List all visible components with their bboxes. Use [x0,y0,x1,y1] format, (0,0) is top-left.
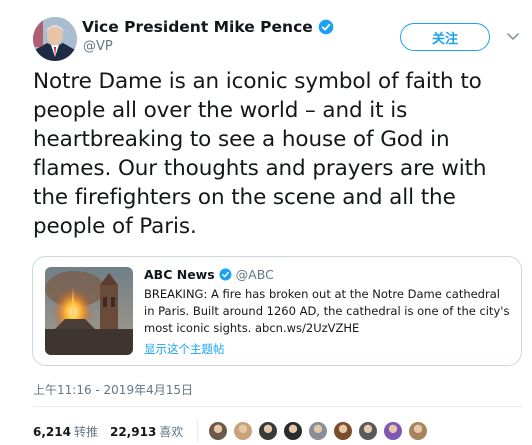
stats-separator [197,420,199,442]
retweets-count: 6,214 [33,424,71,439]
chevron-down-icon[interactable] [506,29,520,43]
liker-avatar[interactable] [308,421,329,441]
liker-avatar[interactable] [258,421,279,441]
divider [33,406,522,407]
liker-avatar[interactable] [333,421,354,441]
verified-badge-icon [318,19,334,35]
liker-avatar[interactable] [383,421,404,441]
author-avatar[interactable] [33,17,77,61]
quoted-author-handle[interactable]: @ABC [236,267,274,282]
likes-stat[interactable]: 22,913 喜欢 [110,423,183,440]
liker-avatar[interactable] [208,421,229,441]
quoted-tweet-text: BREAKING: A fire has broken out at the N… [144,287,510,335]
tweet-stats: 6,214 转推 22,913 喜欢 [33,420,433,442]
notre-dame-fire-photo-icon [45,267,133,355]
quoted-tweet-thumbnail [45,267,133,355]
likes-label: 喜欢 [159,424,184,439]
liker-avatar[interactable] [233,421,254,441]
retweets-label: 转推 [73,424,98,439]
follow-button[interactable]: 关注 [400,23,490,51]
likes-count: 22,913 [109,424,157,439]
author-name-row[interactable]: Vice President Mike Pence [82,18,334,36]
quoted-author-name[interactable]: ABC News [144,267,215,282]
quoted-tweet-header: ABC News @ABC [144,267,274,282]
liker-avatar[interactable] [358,421,379,441]
quoted-tweet-card[interactable]: ABC News @ABC BREAKING: A fire has broke… [32,256,522,366]
retweets-stat[interactable]: 6,214 转推 [33,423,98,440]
tweet-text: Notre Dame is an iconic symbol of faith … [33,69,487,239]
liker-avatars [208,421,433,441]
author-name[interactable]: Vice President Mike Pence [82,18,313,36]
avatar-photo-icon [33,17,77,61]
show-thread-link[interactable]: 显示这个主题帖 [144,341,225,357]
liker-avatar[interactable] [408,421,429,441]
tweet-timestamp[interactable]: 上午11:16 - 2019年4月15日 [33,381,193,398]
verified-badge-icon [219,268,232,281]
liker-avatar[interactable] [283,421,304,441]
author-handle[interactable]: @VP [83,39,113,54]
